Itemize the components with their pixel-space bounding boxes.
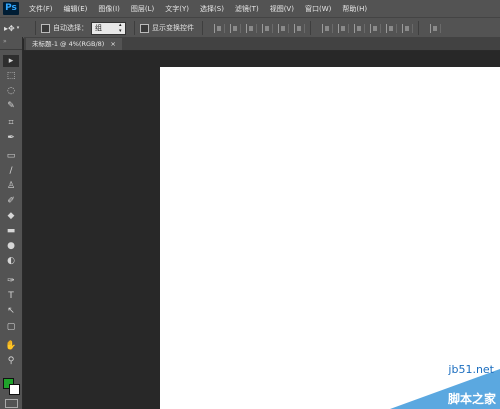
auto-align-icon[interactable] bbox=[430, 23, 441, 33]
hand-tool-icon[interactable]: ✋ bbox=[3, 340, 19, 352]
shape-tool-icon[interactable]: ▢ bbox=[3, 321, 19, 333]
separator bbox=[310, 21, 311, 35]
align-left-icon[interactable] bbox=[262, 23, 273, 33]
menu-file[interactable]: 文件(F) bbox=[29, 4, 53, 14]
menu-filter[interactable]: 滤镜(T) bbox=[235, 4, 259, 14]
menu-help[interactable]: 帮助(H) bbox=[342, 4, 367, 14]
zoom-tool-icon[interactable]: ⚲ bbox=[3, 355, 19, 367]
crop-tool-icon[interactable]: ⌗ bbox=[3, 117, 19, 129]
canvas-workspace[interactable] bbox=[24, 51, 500, 409]
chevron-down-icon: ▾ bbox=[16, 25, 20, 31]
menu-image[interactable]: 图像(I) bbox=[98, 4, 120, 14]
blur-tool-icon[interactable]: ● bbox=[3, 240, 19, 252]
path-select-tool-icon[interactable]: ↖ bbox=[3, 305, 19, 317]
align-top-icon[interactable] bbox=[214, 23, 225, 33]
quick-mask-icon[interactable] bbox=[5, 399, 18, 408]
separator bbox=[134, 21, 135, 35]
separator bbox=[202, 21, 203, 35]
toolbox: » ▸ ⬚ ◌ ✎ ⌗ ✒ ▭ / ♙ ✐ ◆ ▬ ● ◐ ✑ T ↖ ▢ ✋ … bbox=[0, 37, 23, 409]
menu-bar: Ps 文件(F) 编辑(E) 图像(I) 图层(L) 文字(Y) 选择(S) 滤… bbox=[0, 0, 500, 17]
stamp-tool-icon[interactable]: ♙ bbox=[3, 180, 19, 192]
show-transform-checkbox[interactable] bbox=[140, 23, 149, 33]
align-right-icon[interactable] bbox=[294, 23, 305, 33]
document-tab-label: 未标题-1 @ 4%(RGB/8) bbox=[32, 40, 105, 48]
tool-preset-picker[interactable]: ▸✥ ▾ bbox=[4, 21, 30, 35]
menu-edit[interactable]: 编辑(E) bbox=[64, 4, 88, 14]
separator bbox=[35, 21, 36, 35]
distribute-right-icon[interactable] bbox=[402, 23, 413, 33]
pen-tool-icon[interactable]: ✑ bbox=[3, 275, 19, 287]
dodge-tool-icon[interactable]: ◐ bbox=[3, 255, 19, 267]
distribute-vcenter-icon[interactable] bbox=[338, 23, 349, 33]
menu-select[interactable]: 选择(S) bbox=[200, 4, 224, 14]
watermark-name: 脚本之家 bbox=[447, 392, 496, 406]
distribute-left-icon[interactable] bbox=[370, 23, 381, 33]
close-icon[interactable]: × bbox=[110, 40, 115, 48]
eyedropper-tool-icon[interactable]: ✒ bbox=[3, 132, 19, 144]
align-bottom-icon[interactable] bbox=[246, 23, 257, 33]
history-brush-tool-icon[interactable]: ✐ bbox=[3, 195, 19, 207]
distribute-bottom-icon[interactable] bbox=[354, 23, 365, 33]
menu-window[interactable]: 窗口(W) bbox=[305, 4, 331, 14]
align-vcenter-icon[interactable] bbox=[230, 23, 241, 33]
marquee-tool-icon[interactable]: ⬚ bbox=[3, 70, 19, 82]
lasso-tool-icon[interactable]: ◌ bbox=[3, 85, 19, 97]
menu-layer[interactable]: 图层(L) bbox=[131, 4, 154, 14]
watermark: jb51.net 脚本之家 bbox=[390, 357, 500, 409]
type-tool-icon[interactable]: T bbox=[3, 290, 19, 302]
photoshop-logo: Ps bbox=[3, 2, 19, 15]
distribute-top-icon[interactable] bbox=[322, 23, 333, 33]
auto-select-label: 自动选择： bbox=[53, 24, 88, 32]
background-color-swatch[interactable] bbox=[9, 384, 20, 395]
watermark-site: jb51.net bbox=[448, 363, 494, 376]
eraser-tool-icon[interactable]: ◆ bbox=[3, 210, 19, 222]
align-buttons bbox=[214, 23, 305, 33]
distribute-hcenter-icon[interactable] bbox=[386, 23, 397, 33]
brush-tool-icon[interactable]: / bbox=[3, 165, 19, 177]
distribute-buttons bbox=[322, 23, 413, 33]
auto-select-dropdown[interactable]: 组 bbox=[91, 21, 126, 35]
menu-type[interactable]: 文字(Y) bbox=[165, 4, 189, 14]
document-tab-bar: 未标题-1 @ 4%(RGB/8) × bbox=[24, 37, 500, 51]
options-bar: ▸✥ ▾ 自动选择： 组 显示变换控件 bbox=[0, 17, 500, 39]
show-transform-label: 显示变换控件 bbox=[152, 24, 194, 32]
toolbox-collapse-icon[interactable]: » bbox=[0, 37, 22, 50]
separator bbox=[418, 21, 419, 35]
document-tab[interactable]: 未标题-1 @ 4%(RGB/8) × bbox=[26, 38, 122, 50]
align-hcenter-icon[interactable] bbox=[278, 23, 289, 33]
auto-select-checkbox[interactable] bbox=[41, 23, 50, 33]
move-tool-preset-icon: ▸✥ bbox=[4, 23, 15, 33]
healing-tool-icon[interactable]: ▭ bbox=[3, 150, 19, 162]
move-tool-icon[interactable]: ▸ bbox=[3, 55, 19, 67]
gradient-tool-icon[interactable]: ▬ bbox=[3, 225, 19, 237]
quick-select-tool-icon[interactable]: ✎ bbox=[3, 100, 19, 112]
menu-view[interactable]: 视图(V) bbox=[270, 4, 294, 14]
